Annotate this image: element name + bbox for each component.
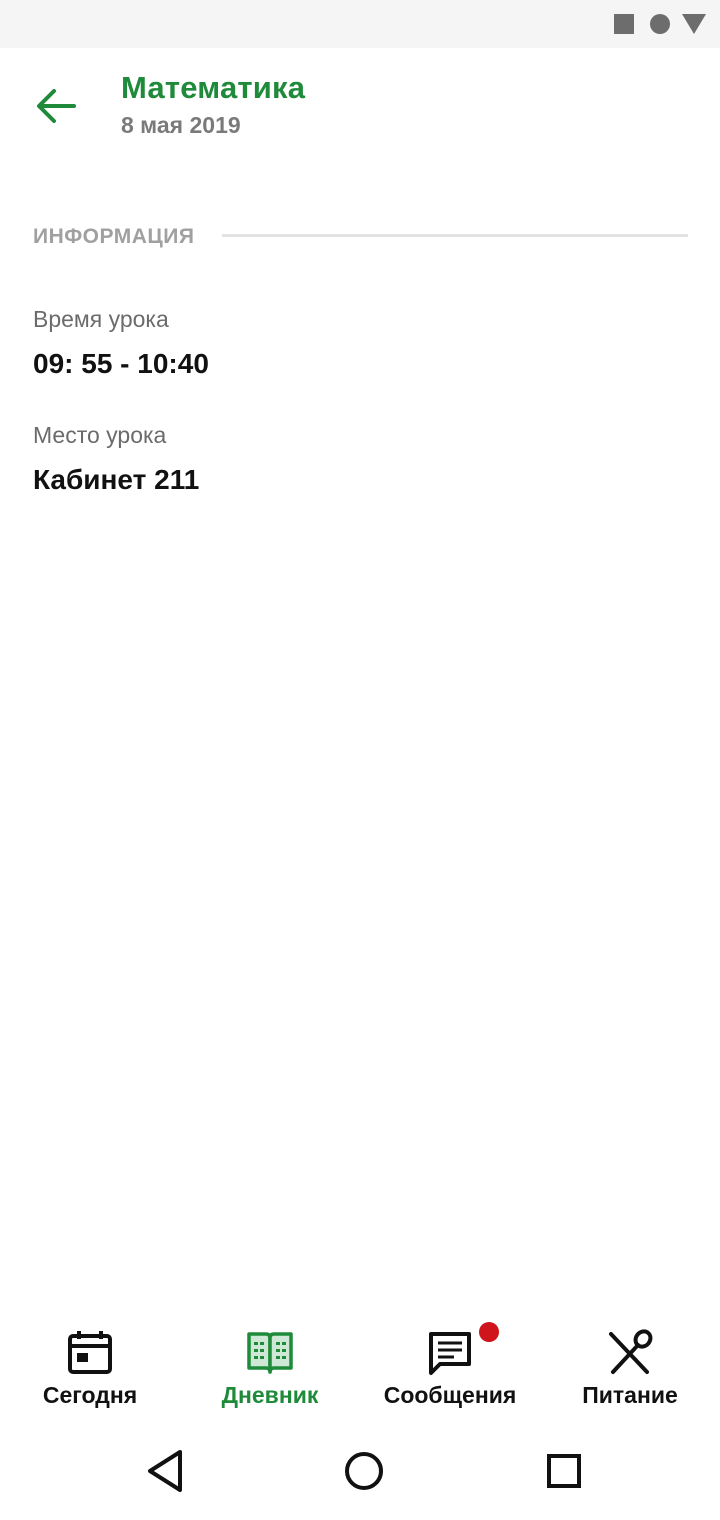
- lesson-time-value: 09: 55 - 10:40: [33, 348, 209, 379]
- food-icon: [609, 1329, 653, 1374]
- back-button[interactable]: [24, 80, 88, 132]
- nav-label-today: Сегодня: [42, 1382, 138, 1408]
- bottom-navigation: Сегодня Дневник Сообщения Питание: [0, 1312, 720, 1424]
- nav-item-food[interactable]: Питание: [540, 1312, 720, 1424]
- unread-badge: [479, 1322, 499, 1342]
- nav-item-diary[interactable]: Дневник: [180, 1312, 360, 1424]
- nav-label-diary: Дневник: [221, 1382, 319, 1408]
- lesson-time-label: Время урока: [33, 306, 169, 332]
- messages-icon: [429, 1332, 471, 1375]
- app-header: Математика 8 мая 2019: [0, 48, 720, 160]
- nav-label-food: Питание: [582, 1382, 678, 1408]
- status-square-icon: [614, 14, 634, 34]
- nav-label-messages: Сообщения: [383, 1382, 517, 1408]
- section-divider: [222, 234, 688, 237]
- section-header-info: ИНФОРМАЦИЯ: [33, 225, 195, 248]
- status-circle-icon: [650, 14, 670, 34]
- page-title: Математика: [121, 70, 306, 105]
- system-navigation-bar: [0, 1424, 720, 1520]
- lesson-place-value: Кабинет 211: [33, 464, 200, 495]
- status-bar: [0, 0, 720, 48]
- lesson-place-label: Место урока: [33, 422, 167, 448]
- recents-square-icon[interactable]: [539, 1446, 589, 1496]
- arrow-left-icon: [37, 89, 76, 123]
- nav-item-messages[interactable]: Сообщения: [360, 1312, 540, 1424]
- status-triangle-icon: [682, 14, 706, 34]
- diary-book-icon: [247, 1332, 293, 1374]
- home-circle-icon[interactable]: [339, 1446, 389, 1496]
- nav-item-today[interactable]: Сегодня: [0, 1312, 180, 1424]
- calendar-icon: [68, 1331, 112, 1374]
- page-subtitle-date: 8 мая 2019: [121, 112, 241, 138]
- back-triangle-icon[interactable]: [140, 1446, 190, 1496]
